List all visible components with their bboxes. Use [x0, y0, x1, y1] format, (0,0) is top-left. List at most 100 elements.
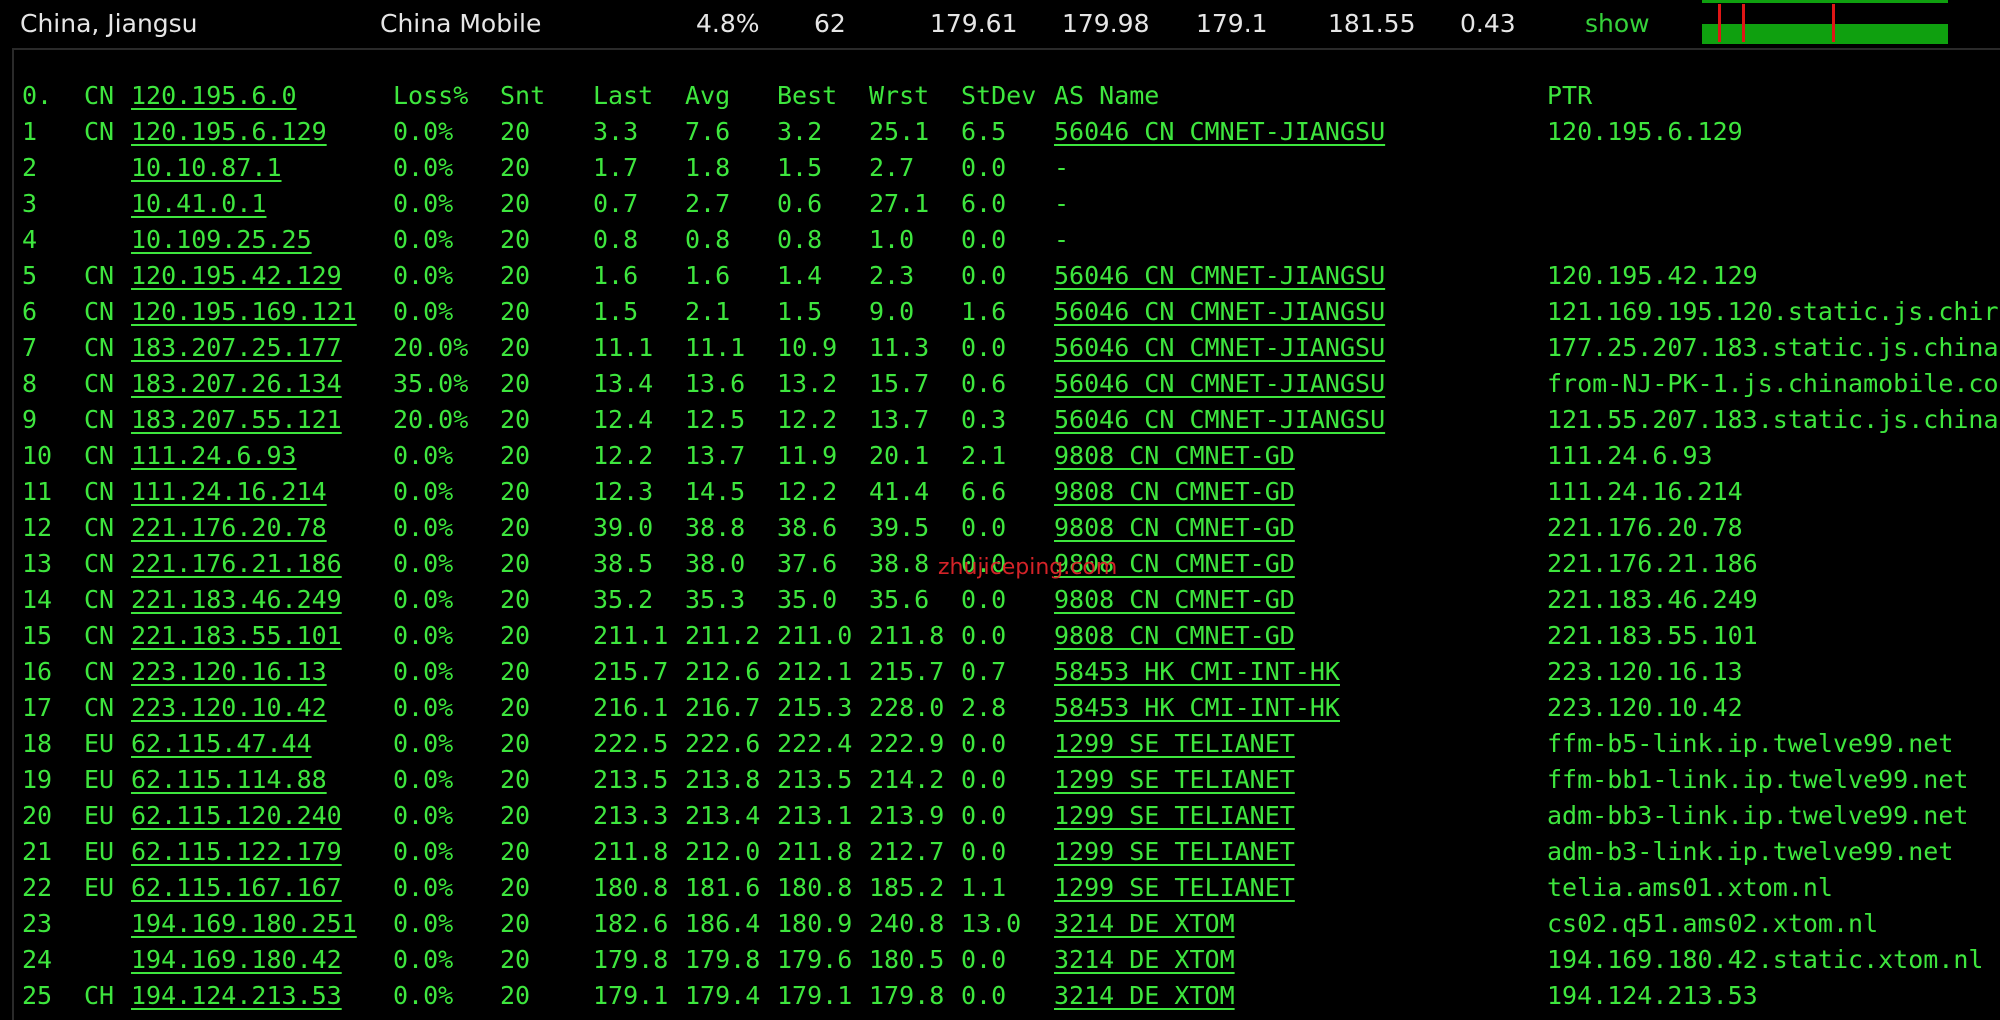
hop-best: 0.8 [777, 225, 823, 254]
hop-as[interactable]: 3214 DE XTOM [1054, 906, 1235, 942]
hop-as[interactable]: 9808 CN CMNET-GD [1054, 510, 1295, 546]
hop-as[interactable]: 56046 CN CMNET-JIANGSU [1054, 294, 1385, 330]
hop-avg: 38.0 [685, 549, 746, 578]
hop-snt: 20 [500, 441, 531, 470]
hop-ip[interactable]: 221.176.20.78 [131, 510, 327, 546]
hop-ip[interactable]: 62.115.120.240 [131, 798, 342, 834]
hop-ip[interactable]: 183.207.26.134 [131, 366, 342, 402]
hop-wrst: 25.1 [869, 117, 930, 146]
hop-wrst: 2.7 [869, 153, 915, 182]
hop-snt: 20 [500, 621, 531, 650]
hop-last: 182.6 [593, 909, 669, 938]
hop-ip[interactable]: 62.115.167.167 [131, 870, 342, 906]
hop-last: 0.7 [593, 189, 639, 218]
graph-spike [1832, 4, 1835, 42]
hop-as[interactable]: 1299 SE TELIANET [1054, 798, 1295, 834]
hop-ip[interactable]: 10.109.25.25 [131, 222, 312, 258]
hop-num: 18 [22, 729, 53, 758]
hop-stdev: 6.6 [961, 477, 1007, 506]
hop-loss: 0.0% [393, 837, 454, 866]
hop-as[interactable]: 1299 SE TELIANET [1054, 870, 1295, 906]
hop-as[interactable]: 9808 CN CMNET-GD [1054, 438, 1295, 474]
hop-num: 21 [22, 837, 53, 866]
hop-ip[interactable]: 62.115.122.179 [131, 834, 342, 870]
hop-avg: 222.6 [685, 729, 761, 758]
hop-last: 180.8 [593, 873, 669, 902]
hop-stdev: 0.0 [961, 765, 1007, 794]
hop-best: 180.8 [777, 873, 853, 902]
hop-last: 1.6 [593, 261, 639, 290]
hop-as[interactable]: 3214 DE XTOM [1054, 942, 1235, 978]
hop-as[interactable]: 56046 CN CMNET-JIANGSU [1054, 402, 1385, 438]
hop-loss: 35.0% [393, 369, 469, 398]
hop-as[interactable]: 1299 SE TELIANET [1054, 726, 1295, 762]
hop-last: 11.1 [593, 333, 654, 362]
hop-ip[interactable]: 62.115.114.88 [131, 762, 327, 798]
hop-ip[interactable]: 183.207.55.121 [131, 402, 342, 438]
hop-snt: 20 [500, 945, 531, 974]
hop-ip[interactable]: 221.176.21.186 [131, 546, 342, 582]
hop-avg: 212.6 [685, 657, 761, 686]
hop-ip[interactable]: 111.24.16.214 [131, 474, 327, 510]
hop-ip[interactable]: 10.10.87.1 [131, 150, 282, 186]
hop-ip[interactable]: 223.120.16.13 [131, 654, 327, 690]
hop-avg: 13.7 [685, 441, 746, 470]
hop-cc: CN [84, 333, 115, 362]
hop-ptr: 111.24.16.214 [1547, 477, 1743, 506]
hop-snt: 20 [500, 801, 531, 830]
hop-loss: 0.0% [393, 729, 454, 758]
show-link[interactable]: show [1585, 6, 1650, 42]
hop-as[interactable]: 9808 CN CMNET-GD [1054, 582, 1295, 618]
hop-loss: 20.0% [393, 405, 469, 434]
hop-stdev: 1.1 [961, 873, 1007, 902]
hop-as[interactable]: 3214 DE XTOM [1054, 978, 1235, 1014]
hop-ptr: ffm-bb1-link.ip.twelve99.net [1547, 765, 1969, 794]
hop-best: 179.6 [777, 945, 853, 974]
hop-ip[interactable]: 120.195.6.129 [131, 114, 327, 150]
hop-ip[interactable]: 183.207.25.177 [131, 330, 342, 366]
hop-last: 216.1 [593, 693, 669, 722]
hop-last: 222.5 [593, 729, 669, 758]
hop-cc: CN [84, 477, 115, 506]
hop-ip[interactable]: 221.183.55.101 [131, 618, 342, 654]
header-wrst: Wrst [869, 81, 930, 110]
hop-num: 13 [22, 549, 53, 578]
hop-ip[interactable]: 120.195.42.129 [131, 258, 342, 294]
hop-avg: 35.3 [685, 585, 746, 614]
hop-ip[interactable]: 194.124.213.53 [131, 978, 342, 1014]
hop-as[interactable]: 56046 CN CMNET-JIANGSU [1054, 258, 1385, 294]
hop-ip[interactable]: 194.169.180.251 [131, 906, 357, 942]
hop-ptr: 223.120.16.13 [1547, 657, 1743, 686]
hop-ip[interactable]: 62.115.47.44 [131, 726, 312, 762]
hop-cc: CN [84, 585, 115, 614]
header-ip[interactable]: 120.195.6.0 [131, 78, 297, 114]
hop-num: 7 [22, 333, 38, 362]
hop-wrst: 1.0 [869, 225, 915, 254]
summary-stdev: 0.43 [1460, 9, 1516, 38]
hop-as[interactable]: 56046 CN CMNET-JIANGSU [1054, 114, 1385, 150]
hop-wrst: 240.8 [869, 909, 945, 938]
hop-ip[interactable]: 194.169.180.42 [131, 942, 342, 978]
hop-snt: 20 [500, 765, 531, 794]
hop-loss: 0.0% [393, 441, 454, 470]
hop-best: 213.1 [777, 801, 853, 830]
hop-avg: 14.5 [685, 477, 746, 506]
hop-loss: 0.0% [393, 945, 454, 974]
hop-as[interactable]: 1299 SE TELIANET [1054, 834, 1295, 870]
hop-as[interactable]: 9808 CN CMNET-GD [1054, 618, 1295, 654]
hop-as[interactable]: 56046 CN CMNET-JIANGSU [1054, 366, 1385, 402]
hop-stdev: 1.6 [961, 297, 1007, 326]
hop-ip[interactable]: 111.24.6.93 [131, 438, 297, 474]
hop-ip[interactable]: 221.183.46.249 [131, 582, 342, 618]
hop-stdev: 0.0 [961, 513, 1007, 542]
hop-ip[interactable]: 223.120.10.42 [131, 690, 327, 726]
hop-as[interactable]: 9808 CN CMNET-GD [1054, 474, 1295, 510]
hop-as: - [1054, 225, 1070, 254]
hop-ip[interactable]: 120.195.169.121 [131, 294, 357, 330]
hop-ip[interactable]: 10.41.0.1 [131, 186, 266, 222]
hop-as[interactable]: 56046 CN CMNET-JIANGSU [1054, 330, 1385, 366]
hop-loss: 0.0% [393, 621, 454, 650]
hop-as[interactable]: 58453 HK CMI-INT-HK [1054, 690, 1340, 726]
hop-as[interactable]: 58453 HK CMI-INT-HK [1054, 654, 1340, 690]
hop-as[interactable]: 1299 SE TELIANET [1054, 762, 1295, 798]
